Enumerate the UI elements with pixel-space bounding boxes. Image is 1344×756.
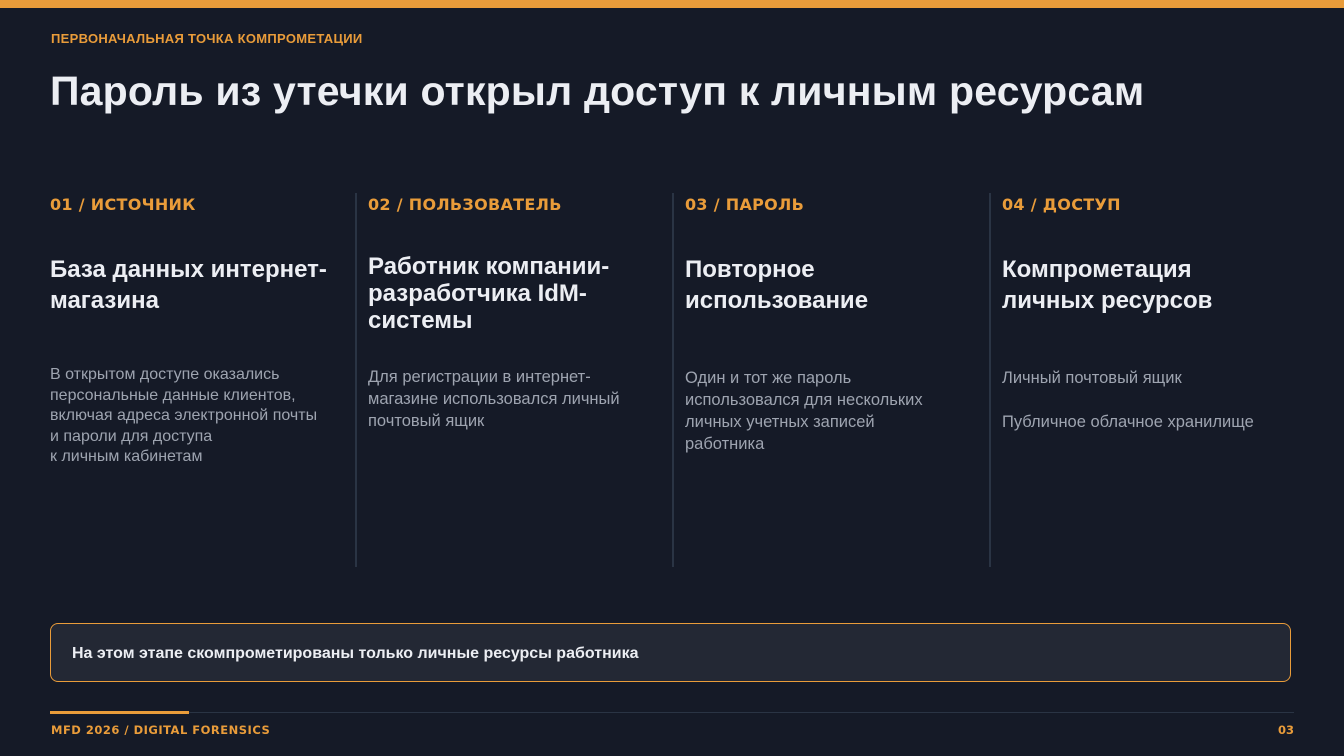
step-label: 04 / ДОСТУП [1002,195,1121,214]
step-heading: Работник компании-разработчика IdM-систе… [368,253,610,334]
description-line: Личный почтовый ящик [1002,369,1182,387]
description-line: Публичное облачное хранилище [1002,413,1254,431]
step-heading: База данных интернет-магазина [50,256,327,314]
section-eyebrow: ПЕРВОНАЧАЛЬНАЯ ТОЧКА КОМПРОМЕТАЦИИ [51,31,363,46]
description-line: личных учетных записей [685,413,875,431]
description-line: Для регистрации в интернет- [368,368,591,386]
slide-title: Пароль из утечки открыл доступ к личным … [50,68,1145,114]
step-heading: Повторное использование [685,256,869,314]
description-line: Один и тот же пароль [685,369,852,387]
step-label: 03 / ПАРОЛЬ [685,195,805,214]
step-description: Личный почтовый ящик Публичное облачное … [1002,367,1292,433]
step-column-access: 04 / ДОСТУП Компрометация личных ресурсо… [989,193,1291,567]
top-accent-bar [0,0,1344,8]
footer-divider [50,712,1294,713]
summary-callout: На этом этапе скомпрометированы только л… [50,623,1291,682]
footer-accent-bar [50,711,189,714]
step-description: В открытом доступе оказались персональны… [50,365,340,468]
step-label: 02 / ПОЛЬЗОВАТЕЛЬ [368,195,562,214]
step-column-user: 02 / ПОЛЬЗОВАТЕЛЬ Работник компании-разр… [355,193,657,567]
step-column-source: 01 / ИСТОЧНИК База данных интернет-магаз… [50,193,350,567]
description-line: и пароли для доступа [50,427,213,445]
step-label: 01 / ИСТОЧНИК [50,195,196,214]
step-column-password: 03 / ПАРОЛЬ Повторное использование Один… [672,193,974,567]
step-heading: Компрометация личных ресурсов [1002,256,1213,314]
description-line: работника [685,435,765,453]
description-line: магазине использовался личный [368,390,620,408]
description-line: к личным кабинетам [50,448,203,465]
description-line: использовался для нескольких [685,391,923,409]
description-line: персональные данные клиентов, [50,386,296,404]
callout-text: На этом этапе скомпрометированы только л… [72,645,639,662]
step-description: Один и тот же пароль использовался для н… [685,367,975,455]
description-line: почтовый ящик [368,412,485,430]
footer-caption: MFD 2026 / DIGITAL FORENSICS [51,723,271,737]
page-number: 03 [1277,723,1294,737]
description-line: В открытом доступе оказались [50,366,280,383]
step-description: Для регистрации в интернет- магазине исп… [368,366,658,432]
description-line: включая адреса электронной почты [50,407,318,424]
